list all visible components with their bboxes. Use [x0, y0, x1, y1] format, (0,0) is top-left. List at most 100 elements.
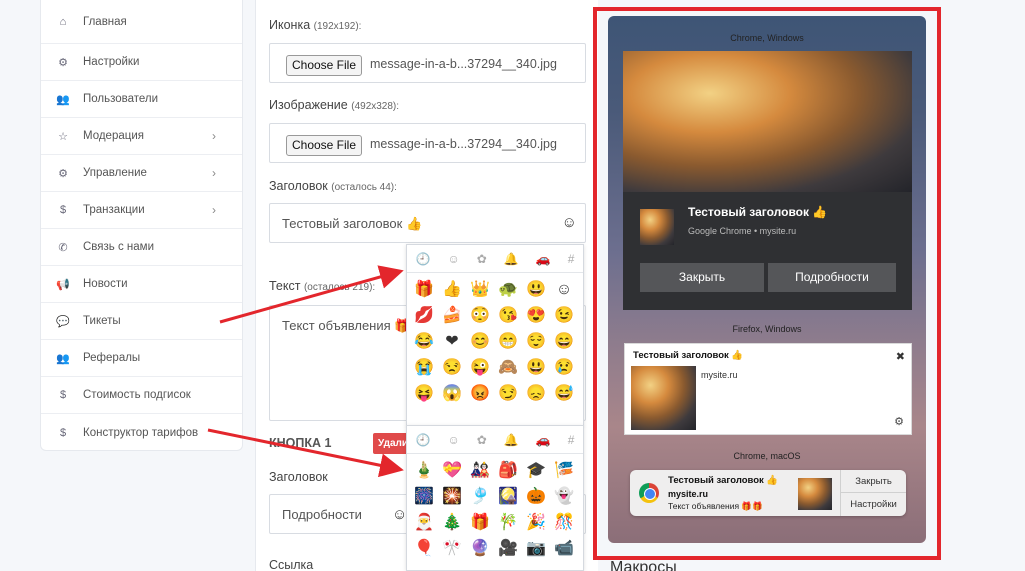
emoji-picker-objects: 🕘 ☺ ✿ 🔔 🚗 # 🎍 💝 🎎 🎒 🎓 🎏 🎆 🎇 🎐 🎑 🎃 👻 🎅 🎄 🎁 🎋 🎉 🎊 🎈 🎌 🔮 🎥 📷 📹 — [406, 425, 584, 571]
emoji-option[interactable]: 🎒 — [494, 458, 522, 484]
emoji-option[interactable]: 🎅 — [410, 510, 438, 536]
emoji-option[interactable]: 🎁 — [410, 277, 438, 303]
sidebar-item[interactable]: 📢 Новости — [41, 266, 242, 303]
sidebar-item[interactable]: $ Конструктор тарифов — [41, 414, 242, 451]
emoji-option[interactable]: 🔮 — [466, 536, 494, 562]
emoji-option[interactable]: 😜 — [466, 355, 494, 381]
emoji-option[interactable]: 🙈 — [494, 355, 522, 381]
emoji-option[interactable]: 😞 — [522, 381, 550, 407]
emoji-option[interactable]: 🎁 — [466, 510, 494, 536]
emoji-option[interactable]: 😱 — [438, 381, 466, 407]
sidebar-item[interactable]: ✆ Связь с нами — [41, 229, 242, 266]
image-file-input[interactable]: Choose File message-in-a-b...37294__340.… — [269, 123, 586, 163]
emoji-option[interactable]: 📹 — [550, 536, 578, 562]
icon-choose-file-button[interactable]: Choose File — [286, 55, 362, 76]
emoji-category-tab[interactable]: ✿ — [477, 252, 487, 266]
sidebar-item[interactable]: $ Стоимость подгисок — [41, 377, 242, 414]
emoji-category-tab[interactable]: ☺ — [447, 252, 459, 266]
sidebar-item[interactable]: 💬 Тикеты — [41, 303, 242, 340]
star-icon: ☆ — [58, 130, 68, 143]
sidebar-item[interactable]: ⚙ Управление › — [41, 155, 242, 192]
emoji-option[interactable]: 😘 — [494, 303, 522, 329]
emoji-option[interactable]: 😅 — [550, 381, 578, 407]
emoji-option[interactable]: 🎃 — [522, 484, 550, 510]
gear-icon[interactable]: ⚙ — [894, 415, 904, 428]
emoji-option[interactable]: 🎉 — [522, 510, 550, 536]
emoji-option[interactable]: 🎄 — [438, 510, 466, 536]
title-input[interactable]: Тестовый заголовок 👍 ☺ — [269, 203, 586, 243]
emoji-option[interactable]: 😉 — [550, 303, 578, 329]
emoji-category-tab[interactable]: 🚗 — [536, 252, 551, 266]
sidebar-item[interactable]: ⌂ Главная — [41, 0, 242, 44]
details-button[interactable]: Подробности — [768, 263, 896, 292]
delete-button[interactable]: Удалить — [373, 433, 419, 454]
emoji-option[interactable]: 👻 — [550, 484, 578, 510]
emoji-option[interactable]: 🎌 — [438, 536, 466, 562]
emoji-option[interactable]: 👍 — [438, 277, 466, 303]
emoji-option[interactable]: 😁 — [494, 329, 522, 355]
emoji-category-tab[interactable]: 🔔 — [504, 252, 519, 266]
emoji-option[interactable]: 😃 — [522, 277, 550, 303]
emoji-category-tab[interactable]: # — [568, 252, 575, 266]
emoji-option[interactable]: 🎎 — [466, 458, 494, 484]
emoji-category-tab[interactable]: 🔔 — [504, 433, 519, 447]
emoji-option[interactable]: 🎐 — [466, 484, 494, 510]
emoji-option[interactable]: 🎋 — [494, 510, 522, 536]
emoji-option[interactable]: 🎑 — [494, 484, 522, 510]
emoji-option[interactable]: 😝 — [410, 381, 438, 407]
emoji-option[interactable]: 😢 — [550, 355, 578, 381]
icon-file-input[interactable]: Choose File message-in-a-b...37294__340.… — [269, 43, 586, 83]
close-icon[interactable]: ✖ — [896, 350, 905, 363]
sidebar-item-label: Новости — [83, 278, 128, 290]
emoji-category-tab[interactable]: 🕘 — [416, 433, 431, 447]
emoji-option[interactable]: 🎥 — [494, 536, 522, 562]
emoji-category-tab[interactable]: 🚗 — [536, 433, 551, 447]
emoji-option[interactable]: 👑 — [466, 277, 494, 303]
image-file-name: message-in-a-b...37294__340.jpg — [370, 137, 557, 151]
emoji-option[interactable]: 💝 — [438, 458, 466, 484]
emoji-option[interactable]: 😄 — [550, 329, 578, 355]
close-button[interactable]: Закрыть — [841, 470, 906, 493]
settings-button[interactable]: Настройки — [841, 493, 906, 516]
emoji-option[interactable]: 🐢 — [494, 277, 522, 303]
emoji-option[interactable]: 🎓 — [522, 458, 550, 484]
emoji-option[interactable]: 🎊 — [550, 510, 578, 536]
sidebar-item[interactable]: ☆ Модерация › — [41, 118, 242, 155]
emoji-option[interactable]: 😊 — [466, 329, 494, 355]
emoji-option[interactable]: 🎈 — [410, 536, 438, 562]
emoji-category-tab[interactable]: # — [568, 433, 575, 447]
home-icon: ⌂ — [59, 15, 67, 28]
emoji-option[interactable]: 😡 — [466, 381, 494, 407]
emoji-option[interactable]: 😃 — [522, 355, 550, 381]
emoji-option[interactable]: 😂 — [410, 329, 438, 355]
emoji-option[interactable]: 🍰 — [438, 303, 466, 329]
emoji-option[interactable]: 😌 — [522, 329, 550, 355]
emoji-option[interactable]: 🎇 — [438, 484, 466, 510]
sidebar-item[interactable]: ⚙ Настройки — [41, 44, 242, 81]
icon-file-name: message-in-a-b...37294__340.jpg — [370, 57, 557, 71]
emoji-option[interactable]: 🎍 — [410, 458, 438, 484]
dollar-icon: $ — [59, 389, 67, 401]
emoji-option[interactable]: ☺ — [550, 277, 578, 303]
sidebar-item[interactable]: 👥 Рефералы — [41, 340, 242, 377]
emoji-option[interactable]: 📷 — [522, 536, 550, 562]
emoji-category-tab[interactable]: ☺ — [447, 433, 459, 447]
emoji-option[interactable]: 🎏 — [550, 458, 578, 484]
sidebar-item[interactable]: 👥 Пользователи — [41, 81, 242, 118]
emoji-smile-icon[interactable]: ☺ — [562, 214, 577, 231]
close-button[interactable]: Закрыть — [640, 263, 764, 292]
image-choose-file-button[interactable]: Choose File — [286, 135, 362, 156]
macros-heading: Макросы — [610, 559, 677, 571]
emoji-option[interactable]: 😍 — [522, 303, 550, 329]
emoji-option[interactable]: 💋 — [410, 303, 438, 329]
emoji-option[interactable]: 😒 — [438, 355, 466, 381]
emoji-option[interactable]: 😏 — [494, 381, 522, 407]
emoji-option[interactable]: 😭 — [410, 355, 438, 381]
emoji-option[interactable]: 😳 — [466, 303, 494, 329]
chat-icon: 💬 — [56, 315, 70, 328]
emoji-category-tab[interactable]: ✿ — [477, 433, 487, 447]
emoji-category-tab[interactable]: 🕘 — [416, 252, 431, 266]
emoji-option[interactable]: 🎆 — [410, 484, 438, 510]
sidebar-item[interactable]: $ Транзакции › — [41, 192, 242, 229]
emoji-option[interactable]: ❤ — [438, 329, 466, 355]
